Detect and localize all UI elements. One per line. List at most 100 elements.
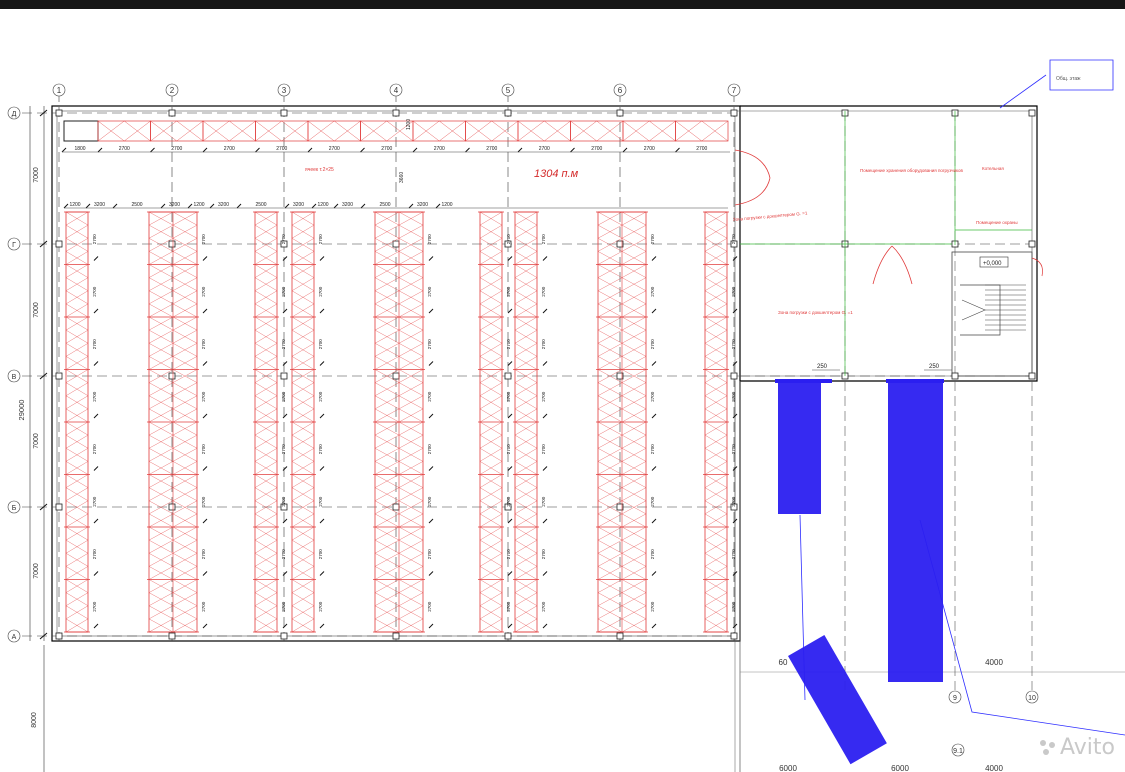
rack-brace <box>148 579 174 593</box>
rack-brace <box>479 408 503 423</box>
dim-tick <box>428 571 434 576</box>
axis-label: Д <box>12 111 17 118</box>
dim-label: 3200 <box>218 202 229 208</box>
rack-brace <box>597 539 623 554</box>
rack-brace <box>479 382 503 396</box>
rack-brace <box>597 211 623 226</box>
rack-brace <box>148 356 174 370</box>
dim-label: 2700 <box>281 496 286 507</box>
rack-brace <box>291 421 315 436</box>
rack-brace <box>374 356 400 370</box>
rack-brace <box>148 343 174 357</box>
dim-label: 7000 <box>33 167 40 183</box>
rack-brace <box>148 211 174 226</box>
rack-brace <box>597 356 623 370</box>
rack-brace <box>479 579 503 593</box>
column-post <box>280 632 288 640</box>
rack-brace <box>398 356 424 370</box>
rack-brace <box>704 487 728 501</box>
rack-brace <box>621 251 647 265</box>
dim-tick <box>333 203 339 209</box>
rack-brace <box>172 264 198 278</box>
dim-tick <box>428 466 434 471</box>
dim-tick <box>202 147 208 153</box>
dim-label: 2700 <box>318 549 323 560</box>
axis-label: А <box>12 634 17 641</box>
rack-brace <box>172 329 198 344</box>
column-post <box>55 372 63 380</box>
dim-tick <box>428 623 434 629</box>
top-rack-bay <box>412 120 466 142</box>
rack-brace <box>649 120 676 142</box>
rack-brace <box>254 356 278 370</box>
rack-brace <box>148 539 174 554</box>
rack-brace <box>172 316 198 331</box>
rack-brace <box>148 487 174 501</box>
dim-tick <box>651 466 657 471</box>
dim-label: 2700 <box>731 391 736 402</box>
rack-brace <box>172 421 198 436</box>
rack-brace <box>479 487 503 501</box>
rack-brace <box>65 290 89 305</box>
rack-brace <box>255 120 282 142</box>
rack-brace <box>172 526 198 541</box>
rack-brace <box>704 553 728 567</box>
dim-label: 2700 <box>541 286 546 297</box>
column-post <box>392 240 400 248</box>
dim-label: 3200 <box>293 202 304 208</box>
rack-brace <box>479 224 503 239</box>
rack-brace <box>704 303 728 318</box>
rack-brace <box>704 316 728 331</box>
dim-label: 1200 <box>441 202 452 208</box>
rack-brace <box>254 290 278 305</box>
dim-label: 2700 <box>506 496 511 507</box>
rack-brace <box>621 579 647 593</box>
column-post <box>392 632 400 640</box>
rack-brace <box>254 421 278 436</box>
stair-block <box>951 251 1033 377</box>
rack-brace <box>479 526 503 541</box>
axis-label: 1 <box>57 86 62 95</box>
rack-brace <box>704 434 728 449</box>
dim-tick <box>507 623 513 629</box>
rack-brace <box>514 211 538 226</box>
rack-brace <box>479 277 503 291</box>
rack-brace <box>291 553 315 567</box>
rack-brace <box>374 618 400 633</box>
rack-brace <box>621 526 647 541</box>
rack-brace <box>514 290 538 305</box>
rack-brace <box>514 474 538 488</box>
dim-label: 2700 <box>201 234 206 245</box>
rack-brace <box>374 474 400 488</box>
dim-tick <box>160 203 166 209</box>
rack-brace <box>291 618 315 633</box>
rack-brace <box>621 474 647 488</box>
rack-brace <box>291 316 315 331</box>
rack-brace <box>597 251 623 265</box>
rack-brace <box>597 421 623 436</box>
column-post <box>280 372 288 380</box>
rack-brace <box>291 500 315 515</box>
rack-brace <box>597 382 623 396</box>
top-rack-bay <box>150 120 204 142</box>
dim-label: 7000 <box>33 302 40 318</box>
rack-brace <box>374 343 400 357</box>
rack-brace <box>148 303 174 318</box>
dim-tick <box>93 256 99 261</box>
dim-label: 2700 <box>506 601 511 612</box>
rack-brace <box>398 618 424 633</box>
rack-brace <box>291 513 315 528</box>
dim-tick <box>517 147 523 153</box>
column-post <box>730 372 738 380</box>
rack-brace <box>514 553 538 567</box>
dim-label: 2700 <box>92 549 97 560</box>
dim-label: 4000 <box>985 658 1003 667</box>
dim-tick <box>319 518 325 524</box>
dim-tick <box>542 623 548 629</box>
rack-brace <box>281 120 309 142</box>
rack-brace <box>597 290 623 305</box>
column-post <box>616 109 624 117</box>
rack-brace <box>514 421 538 436</box>
dim-tick <box>319 308 325 314</box>
dim-tick <box>282 466 288 471</box>
